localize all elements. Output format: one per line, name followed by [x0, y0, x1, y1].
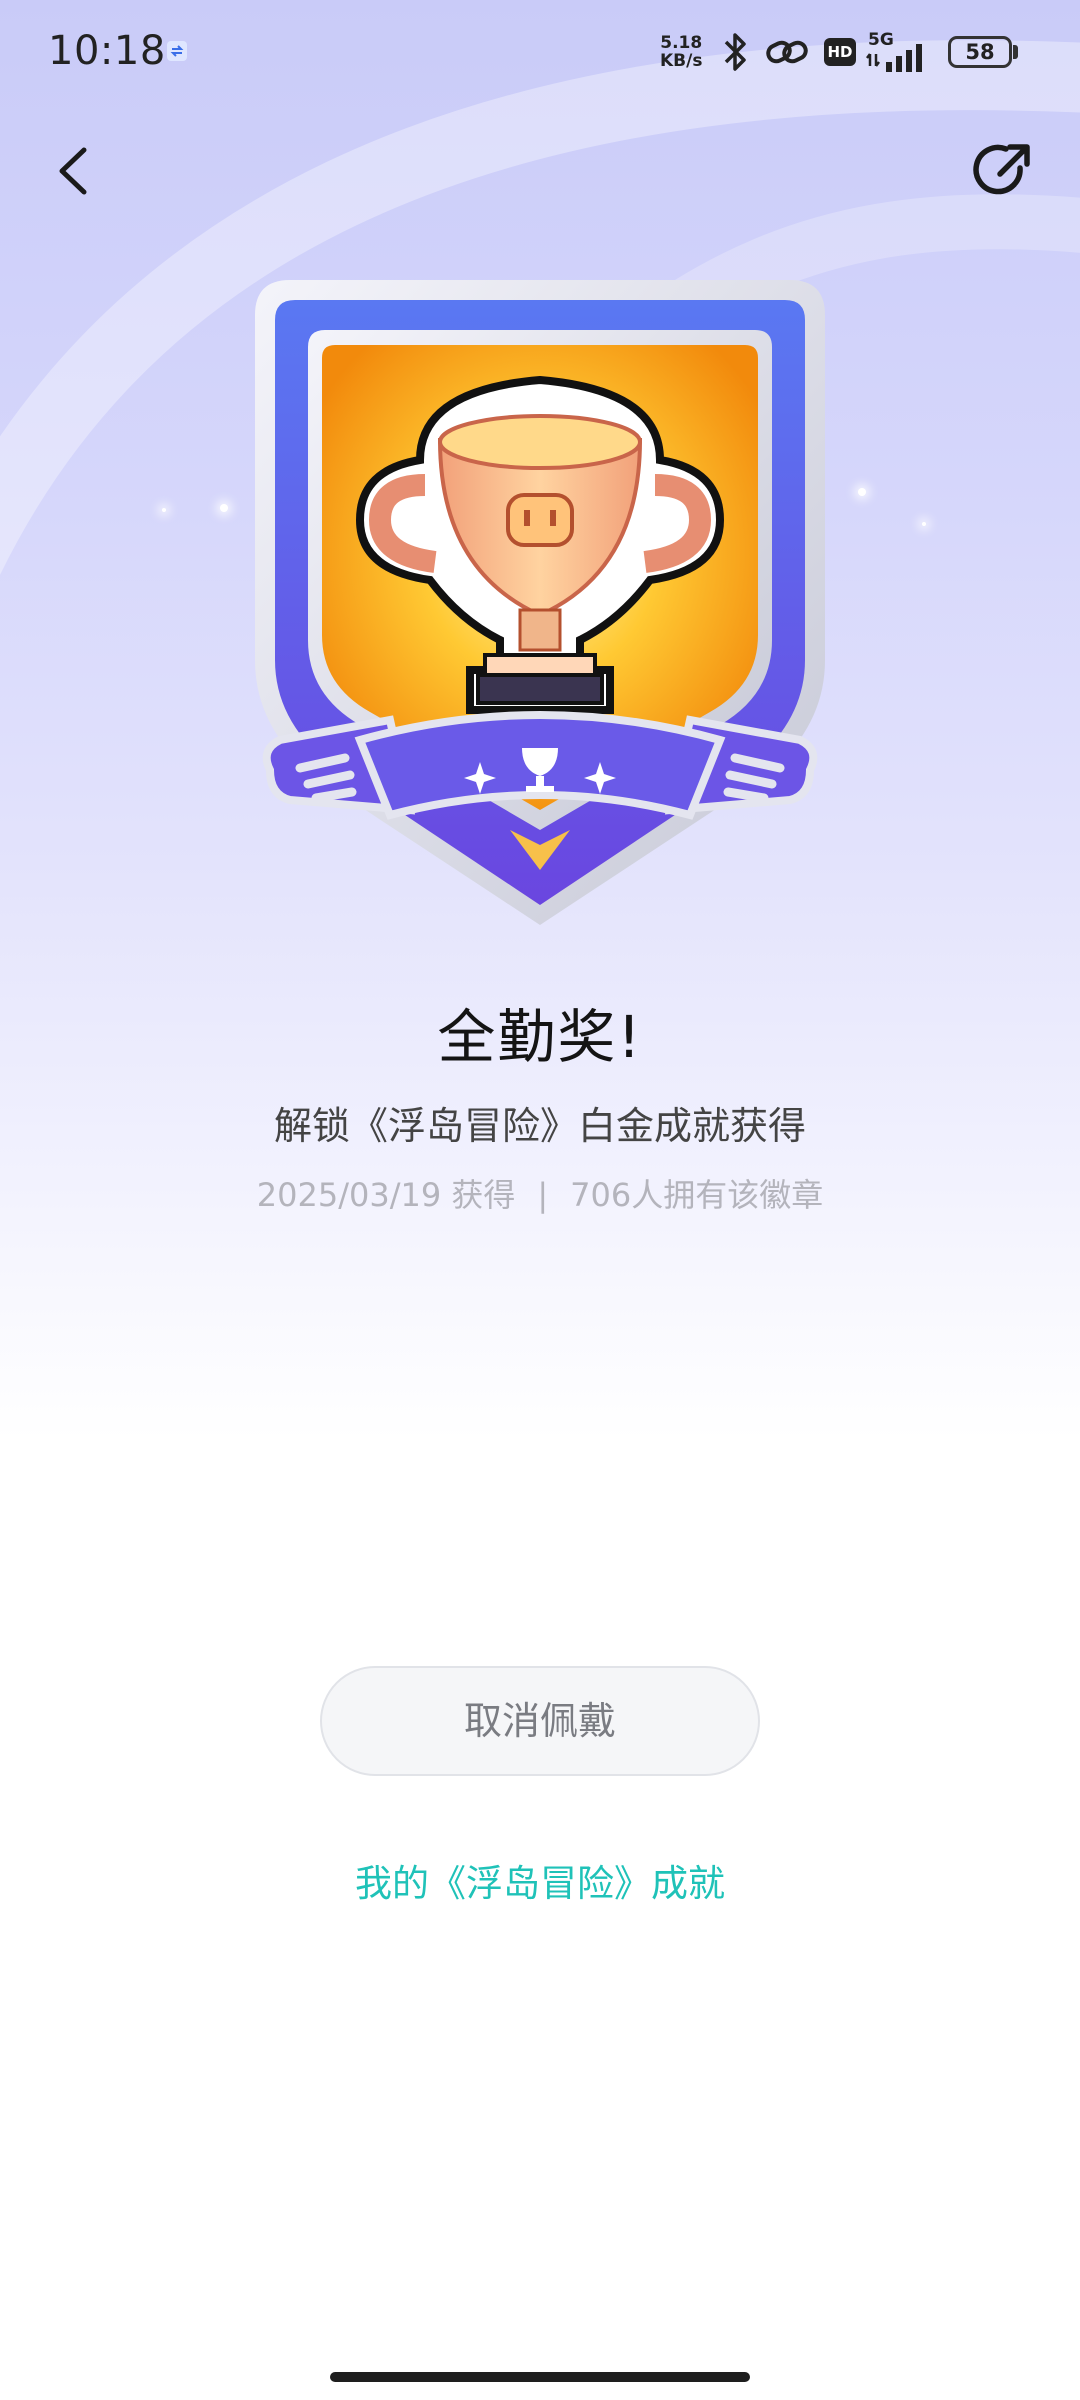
status-bar: 10:18 5.18 KB/s HD 5G 58 [0, 0, 1080, 110]
signal-icon [866, 44, 922, 72]
owners-count: 706人拥有该徽章 [570, 1176, 824, 1214]
network-speed: 5.18 KB/s [660, 34, 702, 70]
my-achievements-link[interactable]: 我的《浮岛冒险》成就 [0, 1853, 1080, 1907]
badge-description: 解锁《浮岛冒险》白金成就获得 [273, 1104, 806, 1148]
earned-date: 2025/03/19 获得 [256, 1176, 516, 1214]
badge-title: 全勤奖! [437, 1003, 643, 1071]
sparkle [162, 508, 166, 512]
meta-separator: | [537, 1176, 549, 1214]
battery-indicator: 58 [948, 36, 1012, 68]
back-button[interactable] [48, 136, 98, 206]
sync-icon [167, 41, 187, 61]
network-speed-unit: KB/s [660, 51, 703, 71]
hd-icon: HD [824, 38, 856, 66]
battery-tip [1013, 45, 1018, 59]
bluetooth-icon [724, 33, 746, 71]
network-speed-value: 5.18 [660, 33, 703, 53]
sparkle [922, 522, 926, 526]
unwear-badge-button[interactable]: 取消佩戴 [320, 1666, 760, 1776]
link-icon [766, 40, 808, 64]
badge-image [255, 280, 825, 925]
sparkle [858, 488, 866, 496]
status-time: 10:18 [48, 28, 166, 74]
home-indicator[interactable] [330, 2372, 750, 2382]
badge-meta: 2025/03/19 获得 | 706人拥有该徽章 [0, 1170, 1080, 1216]
sparkle [220, 504, 228, 512]
share-button[interactable] [968, 136, 1038, 206]
